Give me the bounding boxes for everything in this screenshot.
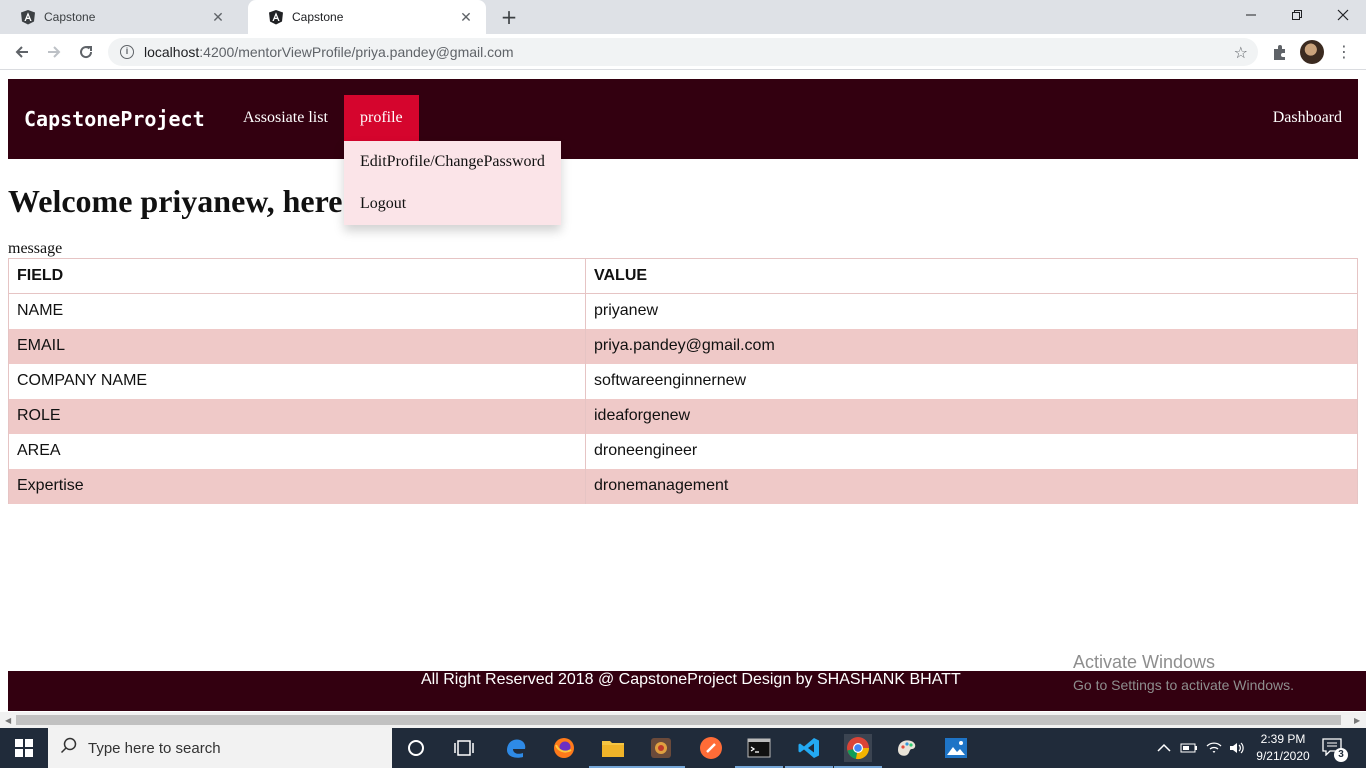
value-cell: priyanew: [585, 293, 1358, 329]
horizontal-scrollbar[interactable]: ◀ ▶: [0, 712, 1366, 728]
close-tab-icon[interactable]: ✕: [210, 9, 226, 25]
url-host: localhost: [144, 44, 200, 60]
battery-icon[interactable]: [1180, 728, 1198, 768]
new-tab-icon[interactable]: +: [498, 7, 520, 29]
browser-tabstrip: Capstone ✕ Capstone ✕ +: [0, 0, 1366, 34]
game-app-icon[interactable]: [637, 734, 685, 768]
browser-toolbar: i localhost:4200/mentorViewProfile/priya…: [0, 34, 1366, 70]
field-cell: AREA: [8, 433, 586, 469]
close-tab-icon[interactable]: ✕: [458, 9, 474, 25]
site-info-icon[interactable]: i: [120, 45, 134, 59]
table-row: EMAIL priya.pandey@gmail.com: [8, 328, 1358, 364]
nav-link-associate-list[interactable]: Assosiate list: [227, 95, 344, 141]
command-prompt-icon[interactable]: [735, 734, 783, 768]
message-text: message: [8, 240, 63, 257]
footer-text: All Right Reserved 2018 @ CapstoneProjec…: [421, 671, 961, 688]
close-window-icon[interactable]: [1320, 0, 1366, 30]
firefox-icon[interactable]: [550, 734, 578, 762]
activate-windows-watermark: Activate Windows Go to Settings to activ…: [1073, 652, 1294, 693]
tray-chevron-icon[interactable]: [1157, 728, 1171, 768]
tab-title: Capstone: [292, 10, 344, 24]
photos-icon[interactable]: [942, 734, 970, 762]
watermark-title: Activate Windows: [1073, 652, 1216, 672]
nav-link-profile[interactable]: profile: [344, 95, 419, 141]
angular-icon: [268, 9, 284, 25]
value-cell: droneengineer: [585, 433, 1358, 469]
page-viewport: CapstoneProject Assosiate list profile D…: [0, 70, 1366, 712]
browser-menu-icon[interactable]: ⋮: [1336, 40, 1352, 64]
value-cell: dronemanagement: [585, 468, 1358, 504]
vscode-icon[interactable]: [785, 734, 833, 768]
field-cell: ROLE: [8, 398, 586, 434]
search-icon: [60, 737, 78, 759]
task-view-icon[interactable]: [450, 734, 478, 762]
scroll-right-arrow-icon[interactable]: ▶: [1354, 716, 1360, 725]
app-navbar: CapstoneProject Assosiate list profile D…: [8, 79, 1358, 159]
reload-icon[interactable]: [74, 40, 98, 64]
scrollbar-thumb[interactable]: [16, 715, 1341, 725]
field-cell: COMPANY NAME: [8, 363, 586, 399]
cortana-icon[interactable]: [402, 734, 430, 762]
taskbar-search-box[interactable]: Type here to search: [48, 728, 392, 768]
angular-icon: [20, 9, 36, 25]
profile-table: FIELD VALUE NAME priyanew EMAIL priya.pa…: [8, 258, 1358, 504]
taskbar-search-placeholder: Type here to search: [88, 739, 221, 757]
value-cell: softwareenginnernew: [585, 363, 1358, 399]
paint-icon[interactable]: [893, 734, 921, 762]
clock-date: 9/21/2020: [1256, 749, 1310, 763]
table-row: Expertise dronemanagement: [8, 468, 1358, 504]
notification-center-icon[interactable]: 3: [1322, 738, 1348, 762]
dropdown-item-logout[interactable]: Logout: [360, 195, 406, 213]
tab-title: Capstone: [44, 10, 96, 24]
back-arrow-icon[interactable]: [10, 40, 34, 64]
profile-dropdown-menu: EditProfile/ChangePassword Logout: [344, 141, 561, 225]
browser-tab-active[interactable]: Capstone ✕: [248, 0, 486, 34]
navbar-brand[interactable]: CapstoneProject: [24, 107, 205, 131]
windows-start-icon[interactable]: [0, 728, 48, 768]
value-cell: priya.pandey@gmail.com: [585, 328, 1358, 364]
postman-icon[interactable]: [697, 734, 725, 762]
table-row: ROLE ideaforgenew: [8, 398, 1358, 434]
address-bar[interactable]: i localhost:4200/mentorViewProfile/priya…: [108, 38, 1258, 66]
table-header-row: FIELD VALUE: [8, 258, 1358, 294]
chrome-icon[interactable]: [834, 734, 882, 768]
table-row: COMPANY NAME softwareenginnernew: [8, 363, 1358, 399]
field-cell: EMAIL: [8, 328, 586, 364]
nav-link-dashboard[interactable]: Dashboard: [1257, 95, 1358, 141]
notification-count-badge: 3: [1334, 748, 1348, 762]
dropdown-item-edit-profile[interactable]: EditProfile/ChangePassword: [360, 153, 545, 171]
field-cell: Expertise: [8, 468, 586, 504]
column-header-field: FIELD: [8, 258, 586, 294]
watermark-subtitle: Go to Settings to activate Windows.: [1073, 677, 1294, 693]
windows-taskbar: Type here to search 2:39 PM 9/21/2020 3: [0, 728, 1366, 768]
extensions-puzzle-icon[interactable]: [1270, 42, 1290, 62]
field-cell: NAME: [8, 293, 586, 329]
clock-time: 2:39 PM: [1260, 732, 1306, 746]
browser-tab[interactable]: Capstone ✕: [0, 0, 238, 34]
welcome-heading: Welcome priyanew, here: [8, 183, 343, 219]
table-row: NAME priyanew: [8, 293, 1358, 329]
scroll-left-arrow-icon[interactable]: ◀: [5, 716, 11, 725]
table-row: AREA droneengineer: [8, 433, 1358, 469]
column-header-value: VALUE: [585, 258, 1358, 294]
wifi-icon[interactable]: [1205, 728, 1223, 768]
file-explorer-icon[interactable]: [589, 734, 637, 768]
restore-icon[interactable]: [1274, 0, 1320, 30]
minimize-icon[interactable]: [1228, 0, 1274, 30]
url-path: :4200/mentorViewProfile/priya.pandey@gma…: [199, 44, 514, 60]
profile-avatar[interactable]: [1300, 40, 1324, 64]
edge-browser-icon[interactable]: [502, 734, 530, 762]
forward-arrow-icon[interactable]: [42, 40, 66, 64]
value-cell: ideaforgenew: [585, 398, 1358, 434]
bookmark-star-icon[interactable]: ☆: [1234, 43, 1248, 62]
taskbar-clock[interactable]: 2:39 PM 9/21/2020: [1250, 731, 1316, 765]
volume-icon[interactable]: [1228, 728, 1246, 768]
